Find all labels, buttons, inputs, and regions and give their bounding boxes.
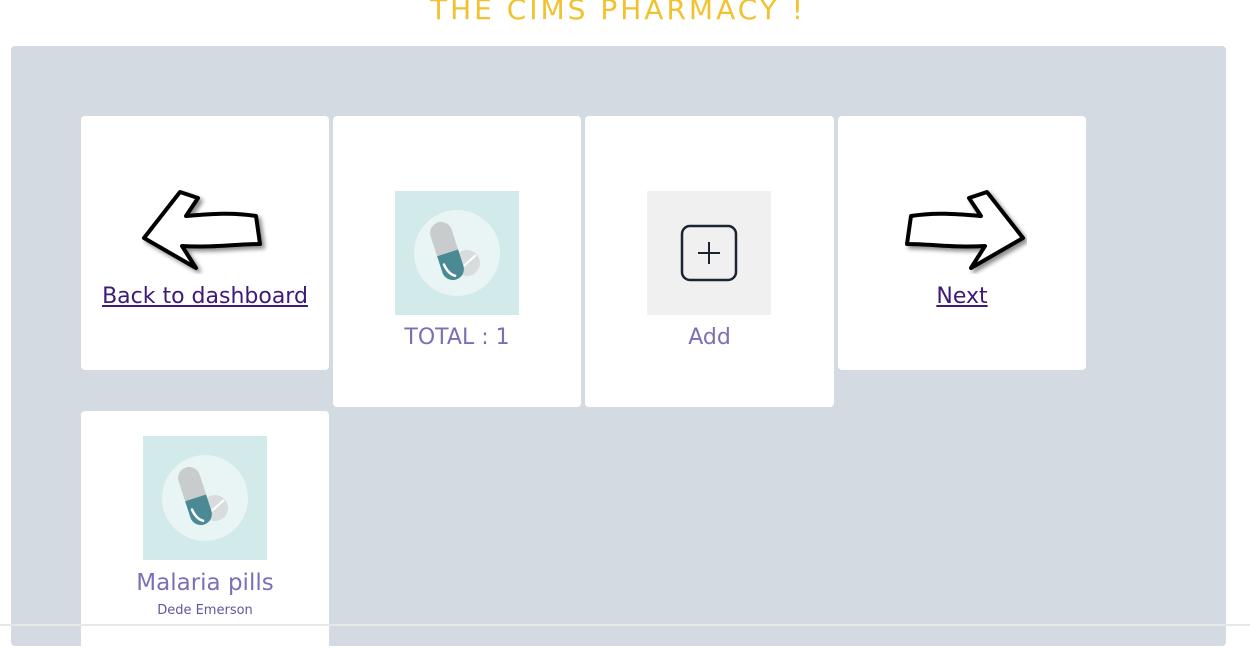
pill-icon bbox=[143, 436, 267, 560]
right-arrow-icon[interactable] bbox=[897, 186, 1027, 274]
left-arrow-icon[interactable] bbox=[140, 186, 270, 274]
item-name: Malaria pills bbox=[136, 570, 274, 596]
next-link[interactable]: Next bbox=[838, 284, 1086, 309]
item-owner: Dede Emerson bbox=[157, 603, 253, 618]
total-count-label: TOTAL : 1 bbox=[404, 325, 510, 350]
page-title: THE CIMS PHARMACY ! bbox=[429, 0, 807, 26]
total-card: TOTAL : 1 bbox=[333, 116, 581, 407]
back-to-dashboard-link[interactable]: Back to dashboard bbox=[81, 284, 329, 309]
add-label[interactable]: Add bbox=[585, 325, 834, 350]
add-button[interactable] bbox=[647, 191, 771, 315]
list-item[interactable]: Malaria pills Dede Emerson bbox=[81, 411, 329, 651]
plus-square-icon bbox=[680, 224, 738, 282]
back-card[interactable]: Back to dashboard bbox=[81, 116, 329, 370]
next-card[interactable]: Next bbox=[838, 116, 1086, 370]
pill-icon bbox=[395, 191, 519, 315]
add-card[interactable]: Add bbox=[585, 116, 834, 407]
